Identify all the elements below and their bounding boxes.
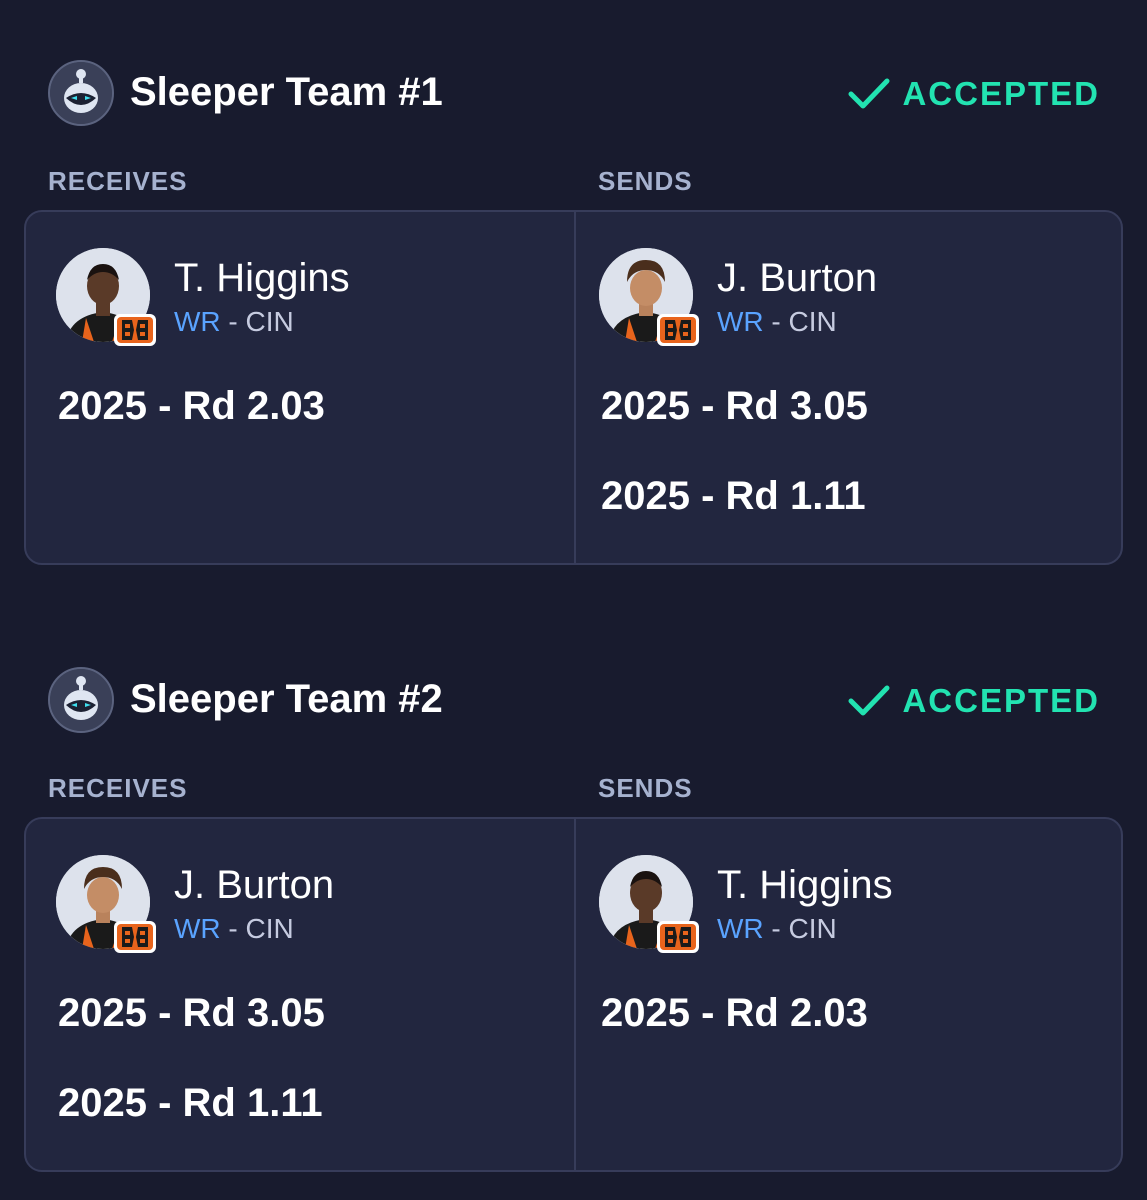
player-position-team: WR - CIN [174, 306, 294, 338]
sends-side: J. Burton WR - CIN 2025 - Rd 3.05 2025 -… [569, 212, 1109, 563]
player-team: CIN [788, 306, 837, 337]
bengals-logo-icon [114, 921, 156, 953]
player-headshot[interactable] [599, 248, 699, 346]
player-name[interactable]: J. Burton [717, 256, 877, 301]
trade-block-1: Sleeper Team #1 ACCEPTED RECEIVES SENDS [0, 60, 1147, 580]
player-position: WR [174, 913, 221, 944]
player-position: WR [717, 913, 764, 944]
trade-card: T. Higgins WR - CIN 2025 - Rd 2.03 J. Bu… [24, 210, 1123, 565]
sends-side: T. Higgins WR - CIN 2025 - Rd 2.03 [569, 819, 1109, 1170]
player-position: WR [174, 306, 221, 337]
player-team: CIN [788, 913, 837, 944]
player-team: CIN [245, 913, 294, 944]
position-separator: - [220, 913, 246, 944]
accepted-status: ACCEPTED [848, 74, 1100, 114]
trade-card: J. Burton WR - CIN 2025 - Rd 3.05 2025 -… [24, 817, 1123, 1172]
player-position-team: WR - CIN [717, 306, 837, 338]
bengals-logo-icon [657, 921, 699, 953]
checkmark-icon [848, 78, 890, 109]
player-headshot[interactable] [56, 248, 156, 346]
receives-label: RECEIVES [48, 166, 188, 196]
team-header: Sleeper Team #2 ACCEPTED [48, 667, 1100, 733]
status-label: ACCEPTED [902, 75, 1100, 112]
accepted-status: ACCEPTED [848, 681, 1100, 721]
player-name[interactable]: T. Higgins [174, 256, 350, 301]
player-position-team: WR - CIN [174, 913, 294, 945]
team-name[interactable]: Sleeper Team #2 [130, 677, 443, 722]
draft-pick: 2025 - Rd 2.03 [58, 384, 325, 428]
receives-label: RECEIVES [48, 773, 188, 803]
player-headshot[interactable] [56, 855, 156, 953]
team-header: Sleeper Team #1 ACCEPTED [48, 60, 1100, 126]
position-separator: - [763, 306, 789, 337]
checkmark-icon [848, 685, 890, 716]
status-label: ACCEPTED [902, 682, 1100, 719]
draft-pick: 2025 - Rd 3.05 [601, 384, 868, 428]
receives-side: T. Higgins WR - CIN 2025 - Rd 2.03 [26, 212, 566, 563]
player-position-team: WR - CIN [717, 913, 837, 945]
trade-block-2: Sleeper Team #2 ACCEPTED RECEIVES SENDS [0, 667, 1147, 1187]
team-name[interactable]: Sleeper Team #1 [130, 70, 443, 115]
draft-pick: 2025 - Rd 3.05 [58, 991, 325, 1035]
player-name[interactable]: T. Higgins [717, 863, 893, 908]
player-team: CIN [245, 306, 294, 337]
player-name[interactable]: J. Burton [174, 863, 334, 908]
sends-label: SENDS [598, 166, 693, 196]
draft-pick: 2025 - Rd 1.11 [58, 1081, 323, 1125]
position-separator: - [220, 306, 246, 337]
team-avatar-icon[interactable] [48, 667, 114, 733]
position-separator: - [763, 913, 789, 944]
draft-pick: 2025 - Rd 1.11 [601, 474, 866, 518]
draft-pick: 2025 - Rd 2.03 [601, 991, 868, 1035]
receives-side: J. Burton WR - CIN 2025 - Rd 3.05 2025 -… [26, 819, 566, 1170]
bengals-logo-icon [657, 314, 699, 346]
bengals-logo-icon [114, 314, 156, 346]
sends-label: SENDS [598, 773, 693, 803]
player-headshot[interactable] [599, 855, 699, 953]
player-position: WR [717, 306, 764, 337]
team-avatar-icon[interactable] [48, 60, 114, 126]
